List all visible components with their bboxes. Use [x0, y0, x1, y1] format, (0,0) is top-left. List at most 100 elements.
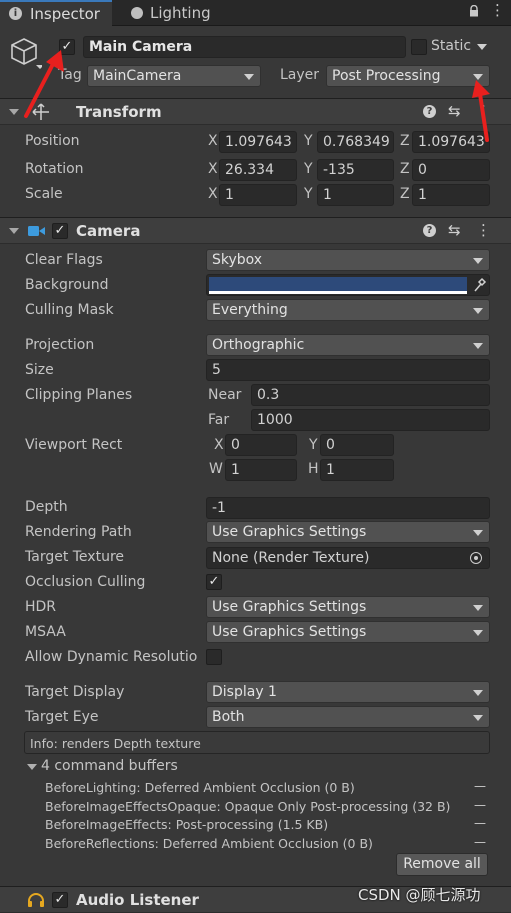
object-picker-icon[interactable] [470, 552, 482, 564]
camera-menu-icon[interactable]: ⋮ [476, 221, 491, 239]
dynamic-resolution-label: Allow Dynamic Resolutio [25, 649, 198, 665]
scale-z-axis: Z [400, 186, 410, 202]
target-eye-label: Target Eye [25, 709, 99, 725]
size-field[interactable]: 5 [206, 359, 490, 381]
scale-y-axis: Y [304, 186, 313, 202]
rendering-path-label: Rendering Path [25, 524, 132, 540]
tab-bar: i Inspector Lighting ⋮ [0, 0, 511, 26]
layer-value: Post Processing [332, 68, 441, 84]
rotation-label: Rotation [25, 161, 84, 177]
static-checkbox[interactable] [411, 39, 427, 55]
scale-z-field[interactable]: 1 [412, 184, 490, 206]
hdr-dropdown[interactable]: Use Graphics Settings [206, 596, 490, 618]
projection-dropdown[interactable]: Orthographic [206, 334, 490, 356]
command-buffers-title[interactable]: 4 command buffers [41, 758, 178, 774]
clear-flags-dropdown[interactable]: Skybox [206, 249, 490, 271]
rendering-path-value: Use Graphics Settings [212, 524, 367, 540]
camera-foldout-icon[interactable] [9, 228, 19, 234]
depth-label: Depth [25, 499, 68, 515]
viewport-y-field[interactable]: 0 [320, 434, 394, 456]
hdr-label: HDR [25, 599, 57, 615]
static-dropdown-arrow[interactable] [477, 44, 487, 50]
layer-label: Layer [280, 67, 320, 83]
viewport-y-label: Y [309, 437, 318, 453]
background-color-field[interactable] [206, 274, 490, 296]
remove-all-button[interactable]: Remove all [396, 853, 488, 876]
rendering-path-dropdown[interactable]: Use Graphics Settings [206, 521, 490, 543]
tab-lighting[interactable]: Lighting [122, 0, 242, 26]
info-icon: i [9, 7, 22, 20]
camera-header[interactable]: ✓ Camera ? ⇆ ⋮ [0, 217, 511, 244]
target-texture-label: Target Texture [25, 549, 125, 565]
projection-value: Orthographic [212, 337, 305, 353]
lock-icon[interactable] [469, 4, 479, 17]
camera-presets-icon[interactable]: ⇆ [448, 221, 461, 239]
audio-listener-enabled-checkbox[interactable]: ✓ [52, 892, 68, 908]
eyedropper-icon[interactable] [473, 277, 487, 297]
position-y-axis: Y [304, 133, 313, 149]
annotation-arrow-left [24, 50, 64, 118]
object-name-field[interactable]: Main Camera [83, 36, 406, 58]
hdr-value: Use Graphics Settings [212, 599, 367, 615]
remove-command-buffer-button[interactable]: — [474, 798, 486, 812]
culling-mask-value: Everything [212, 302, 288, 318]
rotation-z-field[interactable]: 0 [412, 159, 490, 181]
near-field[interactable]: 0.3 [251, 384, 490, 406]
camera-enabled-checkbox[interactable]: ✓ [52, 223, 68, 239]
remove-command-buffer-button[interactable]: — [474, 816, 486, 830]
far-label: Far [208, 412, 230, 428]
rotation-y-field[interactable]: -135 [317, 159, 394, 181]
lighting-icon [131, 7, 143, 19]
scale-y-field[interactable]: 1 [317, 184, 394, 206]
camera-title: Camera [76, 222, 141, 240]
camera-help-icon[interactable]: ? [423, 224, 436, 237]
target-display-value: Display 1 [212, 684, 277, 700]
target-texture-field[interactable]: None (Render Texture) [206, 547, 490, 569]
rotation-y-axis: Y [304, 161, 313, 177]
scale-x-field[interactable]: 1 [219, 184, 297, 206]
audio-listener-title: Audio Listener [76, 891, 199, 909]
remove-command-buffer-button[interactable]: — [474, 835, 486, 849]
transform-header[interactable]: Transform ? ⇆ ⋮ [0, 98, 511, 125]
layer-dropdown[interactable]: Post Processing [326, 65, 490, 87]
tag-dropdown[interactable]: MainCamera [87, 65, 261, 87]
tag-value: MainCamera [93, 68, 182, 84]
clear-flags-label: Clear Flags [25, 252, 103, 268]
viewport-rect-label: Viewport Rect [25, 437, 123, 453]
command-buffer-item: BeforeImageEffectsOpaque: Opaque Only Po… [45, 799, 451, 814]
viewport-w-label: W [209, 461, 223, 477]
occlusion-culling-checkbox[interactable]: ✓ [206, 574, 222, 590]
culling-mask-dropdown[interactable]: Everything [206, 299, 490, 321]
scale-label: Scale [25, 186, 63, 202]
depth-field[interactable]: -1 [206, 497, 490, 519]
headphones-icon [27, 892, 45, 912]
viewport-h-field[interactable]: 1 [320, 459, 394, 481]
rotation-x-field[interactable]: 26.334 [219, 159, 297, 181]
command-buffers-foldout-icon[interactable] [27, 764, 37, 770]
near-label: Near [208, 387, 242, 403]
info-text: Info: renders Depth texture [30, 736, 201, 751]
culling-mask-label: Culling Mask [25, 302, 114, 318]
viewport-w-field[interactable]: 1 [225, 459, 297, 481]
size-label: Size [25, 362, 54, 378]
static-label[interactable]: Static [431, 38, 471, 54]
background-color-swatch[interactable] [209, 277, 467, 291]
target-display-dropdown[interactable]: Display 1 [206, 681, 490, 703]
far-field[interactable]: 1000 [251, 409, 490, 431]
tab-menu-icon[interactable]: ⋮ [490, 1, 505, 19]
viewport-h-label: H [308, 461, 319, 477]
msaa-value: Use Graphics Settings [212, 624, 367, 640]
position-y-field[interactable]: 0.768349 [317, 131, 394, 153]
rotation-z-axis: Z [400, 161, 410, 177]
viewport-x-label: X [214, 437, 224, 453]
dynamic-resolution-checkbox[interactable] [206, 649, 222, 665]
info-box: Info: renders Depth texture [24, 731, 490, 754]
tab-inspector[interactable]: i Inspector [0, 0, 112, 26]
position-x-field[interactable]: 1.097643 [219, 131, 297, 153]
target-eye-dropdown[interactable]: Both [206, 706, 490, 728]
msaa-dropdown[interactable]: Use Graphics Settings [206, 621, 490, 643]
help-icon[interactable]: ? [423, 105, 436, 118]
viewport-x-field[interactable]: 0 [225, 434, 297, 456]
presets-icon[interactable]: ⇆ [448, 102, 461, 120]
remove-command-buffer-button[interactable]: — [474, 779, 486, 793]
